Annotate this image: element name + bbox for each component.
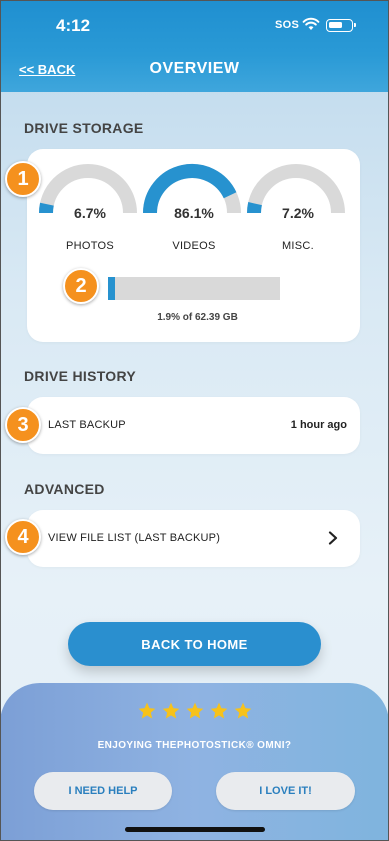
chevron-right-icon — [328, 531, 338, 545]
callout-2: 2 — [63, 268, 99, 304]
callout-4: 4 — [5, 519, 41, 555]
star-icon[interactable] — [209, 701, 229, 721]
last-backup-value: 1 hour ago — [290, 419, 347, 431]
callout-3: 3 — [5, 407, 41, 443]
gauge-value-misc: 7.2% — [282, 205, 314, 221]
gauge-value-photos: 6.7% — [74, 205, 106, 221]
top-bar: 4:12 SOS << BACK OVERVIEW — [0, 0, 389, 92]
advanced-heading: ADVANCED — [24, 481, 105, 497]
star-icon[interactable] — [137, 701, 157, 721]
rating-stars[interactable] — [0, 701, 389, 721]
view-file-list-label: VIEW FILE LIST (LAST BACKUP) — [48, 532, 221, 544]
status-time: 4:12 — [56, 16, 91, 35]
view-file-list-row[interactable]: VIEW FILE LIST (LAST BACKUP) — [27, 510, 360, 567]
storage-usage-fill — [108, 277, 115, 300]
gauge-label-videos: VIDEOS — [172, 240, 216, 252]
need-help-button[interactable]: I NEED HELP — [34, 772, 172, 810]
gauge-value-videos: 86.1% — [174, 205, 214, 221]
page-title: OVERVIEW — [149, 60, 240, 77]
last-backup-card: LAST BACKUP 1 hour ago — [27, 397, 360, 454]
gauge-label-photos: PHOTOS — [65, 240, 115, 252]
callout-1: 1 — [5, 161, 41, 197]
love-it-button[interactable]: I LOVE IT! — [216, 772, 355, 810]
last-backup-label: LAST BACKUP — [48, 419, 126, 431]
wifi-icon — [302, 17, 320, 30]
battery-icon — [326, 19, 356, 32]
gauge-label-misc: MISC. — [281, 240, 315, 252]
drive-storage-heading: DRIVE STORAGE — [24, 120, 144, 136]
sos-indicator: SOS — [275, 19, 300, 31]
star-icon[interactable] — [161, 701, 181, 721]
drive-history-heading: DRIVE HISTORY — [24, 368, 137, 384]
storage-usage-text: 1.9% of 62.39 GB — [157, 312, 238, 323]
star-icon[interactable] — [185, 701, 205, 721]
feedback-question: ENJOYING THEPHOTOSTICK® OMNI? — [97, 740, 292, 751]
storage-usage-bar — [108, 277, 280, 300]
star-icon[interactable] — [233, 701, 253, 721]
back-to-home-button[interactable]: BACK TO HOME — [68, 622, 321, 666]
home-indicator — [125, 827, 265, 832]
